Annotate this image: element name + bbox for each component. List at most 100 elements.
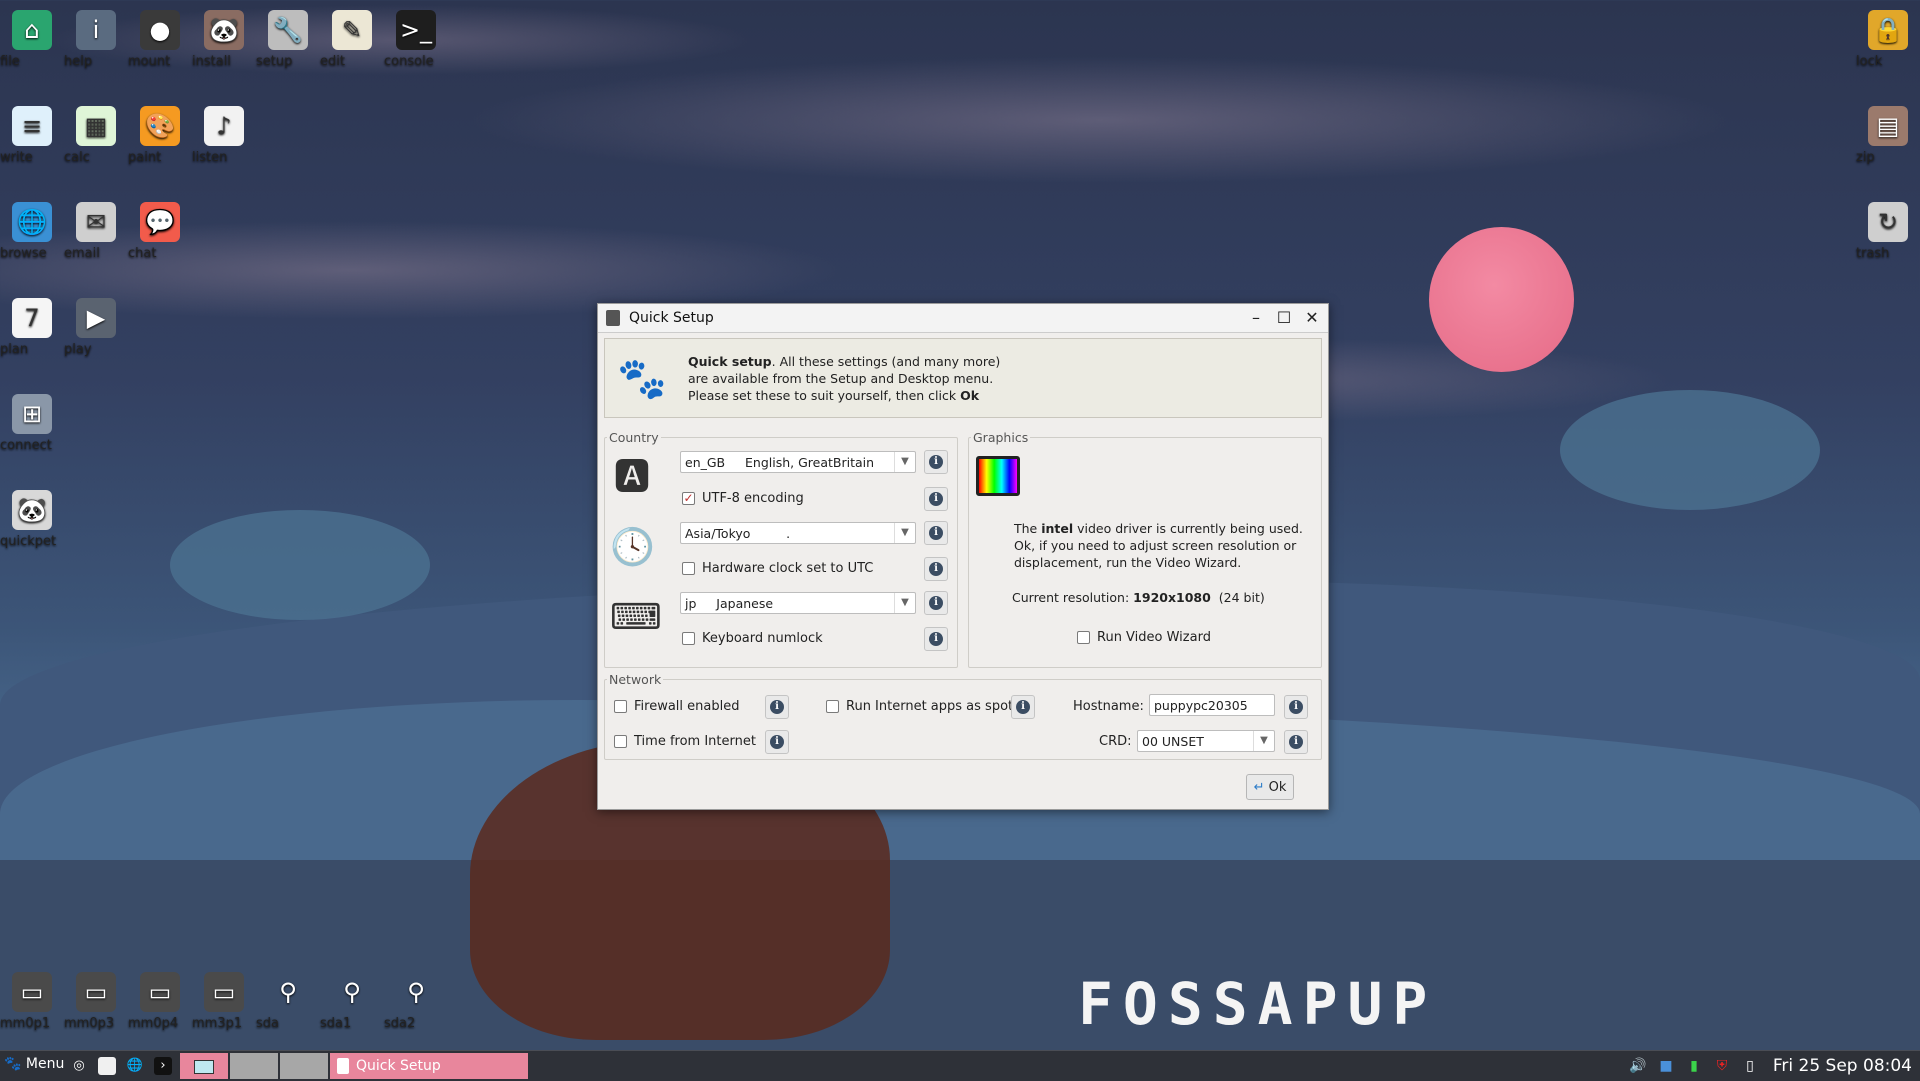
desktop-icon-file[interactable]: ⌂ file [0, 10, 64, 69]
desktop-icon-chat[interactable]: 💬 chat [128, 202, 192, 261]
utf8-label: UTF-8 encoding [702, 491, 804, 506]
network-icon: ⊞ [12, 394, 52, 434]
desktop-icon-setup[interactable]: 🔧 setup [256, 10, 320, 69]
desktop-icon-connect[interactable]: ⊞ connect [0, 394, 64, 453]
numlock-info-button[interactable]: i [924, 627, 948, 651]
menu-button[interactable]: 🐾 Menu [4, 1056, 64, 1072]
numlock-checkbox[interactable] [682, 632, 695, 645]
desktop-icon-calc[interactable]: ▦ calc [64, 106, 128, 165]
hostname-label: Hostname: [1073, 699, 1144, 714]
volume-icon[interactable]: 🔊 [1628, 1056, 1648, 1076]
crd-info-button[interactable]: i [1284, 730, 1308, 754]
desktop-icon-label: chat [128, 246, 157, 261]
desktop-icon-mm0p4[interactable]: ▭ mm0p4 [128, 972, 192, 1031]
firewall-shield-icon[interactable]: ⛨ [1712, 1056, 1732, 1076]
utf8-info-button[interactable]: i [924, 487, 948, 511]
desktop-icon-sda1[interactable]: ⚲ sda1 [320, 972, 384, 1031]
locale-select[interactable]: en_GB English, GreatBritain ▼ [680, 451, 916, 473]
time-internet-checkbox[interactable] [614, 735, 627, 748]
workspace-3[interactable] [280, 1053, 328, 1079]
show-desktop-icon[interactable] [98, 1057, 116, 1075]
taskbar-clock[interactable]: Fri 25 Sep 08:04 [1773, 1056, 1912, 1076]
desktop-icon-quickpet[interactable]: 🐼 quickpet [0, 490, 64, 549]
hostname-input[interactable]: puppypc20305 [1149, 694, 1275, 716]
desktop-icon-install[interactable]: 🐼 install [192, 10, 256, 69]
timezone-select[interactable]: Asia/Tokyo . ▼ [680, 522, 916, 544]
desktop-icon-label: write [0, 150, 33, 165]
wallpaper-tree [1560, 390, 1820, 510]
timezone-info-button[interactable]: i [924, 521, 948, 545]
desktop-icon-label: play [64, 342, 92, 357]
chevron-down-icon: ▼ [894, 593, 915, 613]
hwclock-checkbox[interactable] [682, 562, 695, 575]
desktop-icon-mm0p1[interactable]: ▭ mm0p1 [0, 972, 64, 1031]
disk-icon: ● [140, 10, 180, 50]
info-icon: i [1289, 700, 1303, 714]
hwclock-label: Hardware clock set to UTC [702, 561, 874, 576]
info-icon: i [929, 632, 943, 646]
desktop-icon-mount[interactable]: ● mount [128, 10, 192, 69]
close-button[interactable]: ✕ [1301, 308, 1323, 328]
desktop-icon-trash[interactable]: ↻ trash [1856, 202, 1920, 261]
puppy-box-icon: 🐼 [204, 10, 244, 50]
wrench-icon [606, 310, 620, 326]
document-icon: ≡ [12, 106, 52, 146]
minimize-button[interactable]: – [1245, 308, 1267, 328]
desktop-icon-lock[interactable]: 🔒 lock [1856, 10, 1920, 69]
utf8-checkbox[interactable]: ✓ [682, 492, 695, 505]
desktop-icon-listen[interactable]: ♪ listen [192, 106, 256, 165]
spot-info-button[interactable]: i [1011, 695, 1035, 719]
folder-icon[interactable]: ■ [1656, 1056, 1676, 1076]
desktop-icon-mm0p3[interactable]: ▭ mm0p3 [64, 972, 128, 1031]
keyboard-info-button[interactable]: i [924, 591, 948, 615]
search-icon[interactable]: ◎ [70, 1057, 88, 1075]
workspace-1[interactable] [180, 1053, 228, 1079]
firewall-checkbox[interactable] [614, 700, 627, 713]
sd-card-icon: ▭ [76, 972, 116, 1012]
desktop-icon-label: setup [256, 54, 293, 69]
terminal-icon[interactable]: › [154, 1057, 172, 1075]
desktop-icon-label: mm0p1 [0, 1016, 51, 1031]
taskbar-task-quick-setup[interactable]: Quick Setup [330, 1053, 528, 1079]
quick-setup-dialog: Quick Setup – ☐ ✕ 🐾 Quick setup. All the… [597, 303, 1329, 810]
hwclock-info-button[interactable]: i [924, 557, 948, 581]
desktop-icon-browse[interactable]: 🌐 browse [0, 202, 64, 261]
return-arrow-icon: ↵ [1253, 780, 1265, 795]
hostname-info-button[interactable]: i [1284, 695, 1308, 719]
desktop-icon-write[interactable]: ≡ write [0, 106, 64, 165]
archive-icon: ▤ [1868, 106, 1908, 146]
video-wizard-checkbox[interactable] [1077, 631, 1090, 644]
locale-info-button[interactable]: i [924, 450, 948, 474]
workspace-2[interactable] [230, 1053, 278, 1079]
info-icon: i [929, 526, 943, 540]
maximize-button[interactable]: ☐ [1273, 308, 1295, 328]
spot-checkbox[interactable] [826, 700, 839, 713]
dialog-titlebar[interactable]: Quick Setup – ☐ ✕ [598, 304, 1328, 333]
desktop-icon-label: email [64, 246, 100, 261]
desktop-icon-edit[interactable]: ✎ edit [320, 10, 384, 69]
firewall-info-button[interactable]: i [765, 695, 789, 719]
desktop-icon-plan[interactable]: 7 plan [0, 298, 64, 357]
graphics-legend: Graphics [973, 430, 1029, 445]
browser-globe-icon[interactable]: 🌐 [126, 1057, 144, 1075]
task-label: Quick Setup [356, 1058, 441, 1074]
desktop-icon-help[interactable]: i help [64, 10, 128, 69]
info-icon: i [929, 596, 943, 610]
desktop-icon-zip[interactable]: ▤ zip [1856, 106, 1920, 165]
time-internet-info-button[interactable]: i [765, 730, 789, 754]
video-wizard-label: Run Video Wizard [1097, 630, 1211, 645]
clipboard-icon[interactable]: ▯ [1740, 1056, 1760, 1076]
ok-button[interactable]: ↵ Ok [1246, 774, 1294, 800]
video-play-icon: ▶ [76, 298, 116, 338]
desktop-icon-play[interactable]: ▶ play [64, 298, 128, 357]
desktop-icon-paint[interactable]: 🎨 paint [128, 106, 192, 165]
current-resolution: Current resolution: 1920x1080 (24 bit) [1012, 590, 1265, 605]
desktop-icon-email[interactable]: ✉ email [64, 202, 128, 261]
desktop-icon-console[interactable]: >_ console [384, 10, 448, 69]
crd-select[interactable]: 00 UNSET ▼ [1137, 730, 1275, 752]
desktop-icon-mm3p1[interactable]: ▭ mm3p1 [192, 972, 256, 1031]
keyboard-select[interactable]: jp Japanese ▼ [680, 592, 916, 614]
desktop-icon-sda2[interactable]: ⚲ sda2 [384, 972, 448, 1031]
desktop-icon-sda[interactable]: ⚲ sda [256, 972, 320, 1031]
battery-icon[interactable]: ▮ [1684, 1056, 1704, 1076]
